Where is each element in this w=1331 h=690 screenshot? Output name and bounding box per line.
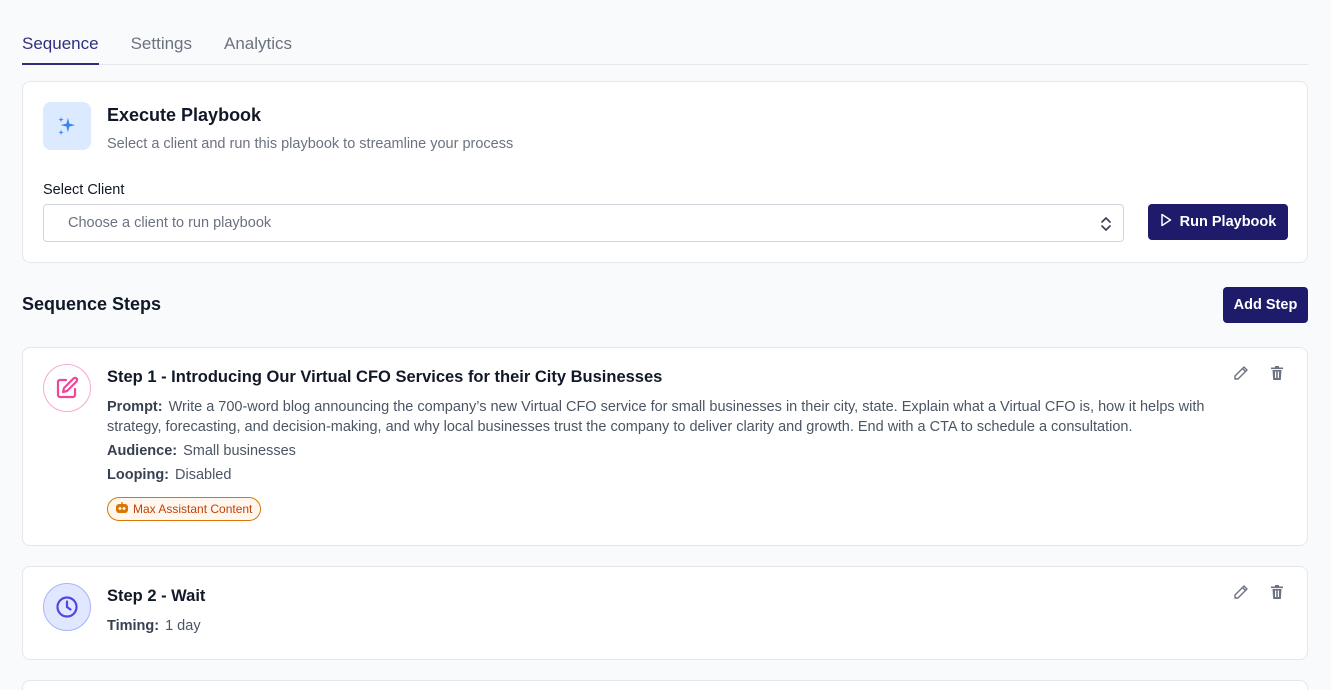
edit-icon: [43, 364, 91, 412]
clock-icon: [43, 583, 91, 631]
add-step-button[interactable]: Add Step: [1223, 287, 1308, 323]
step-audience: Audience: Small businesses: [107, 441, 296, 461]
step-timing: Timing: 1 day: [107, 616, 201, 636]
execute-playbook-title: Execute Playbook: [107, 105, 262, 125]
timing-value: 1 day: [165, 618, 201, 634]
chevron-up-down-icon: [1099, 215, 1113, 233]
audience-value: Small businesses: [183, 443, 296, 459]
robot-icon: [115, 501, 129, 517]
trash-icon: [1269, 365, 1285, 386]
tab-sequence[interactable]: Sequence: [22, 22, 99, 65]
step-card: [22, 680, 1308, 690]
tab-analytics[interactable]: Analytics: [224, 22, 292, 65]
step-card: Step 1 - Introducing Our Virtual CFO Ser…: [22, 347, 1308, 546]
tab-settings[interactable]: Settings: [131, 22, 192, 65]
edit-step-button[interactable]: [1231, 584, 1251, 604]
looping-label: Looping:: [107, 467, 170, 483]
execute-playbook-subtitle: Select a client and run this playbook to…: [107, 136, 514, 152]
execute-playbook-card: Execute Playbook Select a client and run…: [22, 81, 1308, 263]
prompt-text: Write a 700-word blog announcing the com…: [107, 399, 1205, 435]
prompt-label: Prompt:: [107, 399, 163, 415]
step-card: Step 2 - Wait Timing: 1 day: [22, 566, 1308, 660]
step-prompt: Prompt: Write a 700-word blog announcing …: [107, 397, 1217, 437]
delete-step-button[interactable]: [1267, 584, 1287, 604]
run-playbook-label: Run Playbook: [1179, 214, 1277, 230]
step-looping: Looping: Disabled: [107, 465, 231, 485]
step-title: Step 1 - Introducing Our Virtual CFO Ser…: [107, 368, 663, 386]
pencil-icon: [1233, 584, 1249, 605]
select-client-label: Select Client: [43, 182, 125, 198]
play-icon: [1160, 213, 1172, 231]
pencil-icon: [1233, 365, 1249, 386]
max-assistant-badge: Max Assistant Content: [107, 497, 262, 521]
delete-step-button[interactable]: [1267, 365, 1287, 385]
client-select[interactable]: Choose a client to run playbook: [43, 204, 1124, 242]
timing-label: Timing:: [107, 618, 160, 634]
trash-icon: [1269, 584, 1285, 605]
audience-label: Audience:: [107, 443, 178, 459]
looping-value: Disabled: [175, 467, 232, 483]
step-title: Step 2 - Wait: [107, 587, 206, 605]
tab-bar: Sequence Settings Analytics: [22, 22, 1308, 65]
edit-step-button[interactable]: [1231, 365, 1251, 385]
sparkles-icon: [43, 102, 91, 150]
sequence-steps-title: Sequence Steps: [22, 294, 162, 314]
client-select-placeholder: Choose a client to run playbook: [68, 215, 272, 231]
badge-label: Max Assistant Content: [133, 502, 253, 516]
run-playbook-button[interactable]: Run Playbook: [1148, 204, 1288, 240]
